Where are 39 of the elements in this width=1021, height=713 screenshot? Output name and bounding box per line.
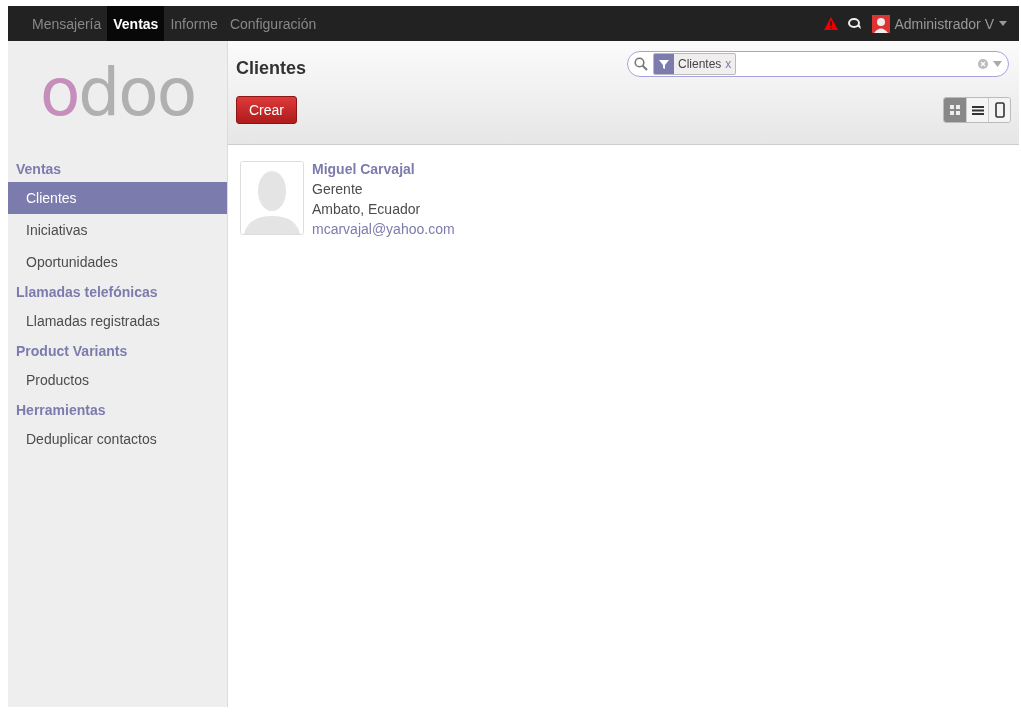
form-icon — [994, 102, 1005, 118]
filter-icon — [654, 54, 674, 74]
customer-location: Ambato, Ecuador — [312, 201, 422, 217]
menu-tab[interactable]: Ventas — [107, 6, 165, 41]
avatar-icon — [872, 14, 891, 33]
chat-icon[interactable] — [848, 17, 863, 30]
section-heading: Llamadas telefónicas — [15, 283, 159, 302]
caret-icon[interactable] — [993, 61, 1002, 67]
sidebar-item[interactable]: Productos — [8, 364, 227, 396]
search-field[interactable]: Clientes x — [627, 51, 1009, 77]
sidebar-item[interactable]: Oportunidades — [8, 246, 227, 278]
page-title: Clientes — [236, 58, 307, 79]
grid-icon — [949, 104, 961, 116]
section-heading: Herramientas — [15, 401, 107, 420]
list-view-button[interactable] — [966, 98, 988, 122]
section-heading: Ventas — [15, 160, 63, 179]
section-heading: Product Variants — [15, 342, 129, 361]
caret-icon — [999, 21, 1007, 26]
create-button[interactable]: Crear — [236, 96, 297, 124]
search-icon — [634, 57, 648, 71]
clear-icon[interactable] — [978, 59, 988, 69]
warning-icon[interactable] — [824, 17, 839, 30]
customer-name[interactable]: Miguel Carvajal — [312, 161, 455, 177]
sidebar-item[interactable]: Iniciativas — [8, 214, 227, 246]
remove-facet-button[interactable]: x — [725, 57, 736, 71]
customer-email[interactable]: mcarvajal@yahoo.com — [312, 221, 455, 237]
sidebar-item[interactable]: Deduplicar contactos — [8, 423, 227, 455]
avatar-placeholder-icon — [240, 161, 304, 235]
list-icon — [971, 104, 984, 116]
form-view-button[interactable] — [988, 98, 1010, 122]
menu-tab[interactable]: Mensajería — [26, 6, 108, 41]
sidebar-item[interactable]: Clientes — [8, 182, 227, 214]
sidebar-item[interactable]: Llamadas registradas — [8, 305, 227, 337]
logo: odoo — [38, 53, 196, 133]
menu-tab[interactable]: Informe — [164, 6, 224, 41]
menu-tab[interactable]: Configuración — [223, 6, 323, 41]
user-menu[interactable]: Administrador V — [894, 15, 1007, 32]
facet-label: Clientes — [677, 57, 723, 71]
customer-function: Gerente — [312, 181, 364, 197]
